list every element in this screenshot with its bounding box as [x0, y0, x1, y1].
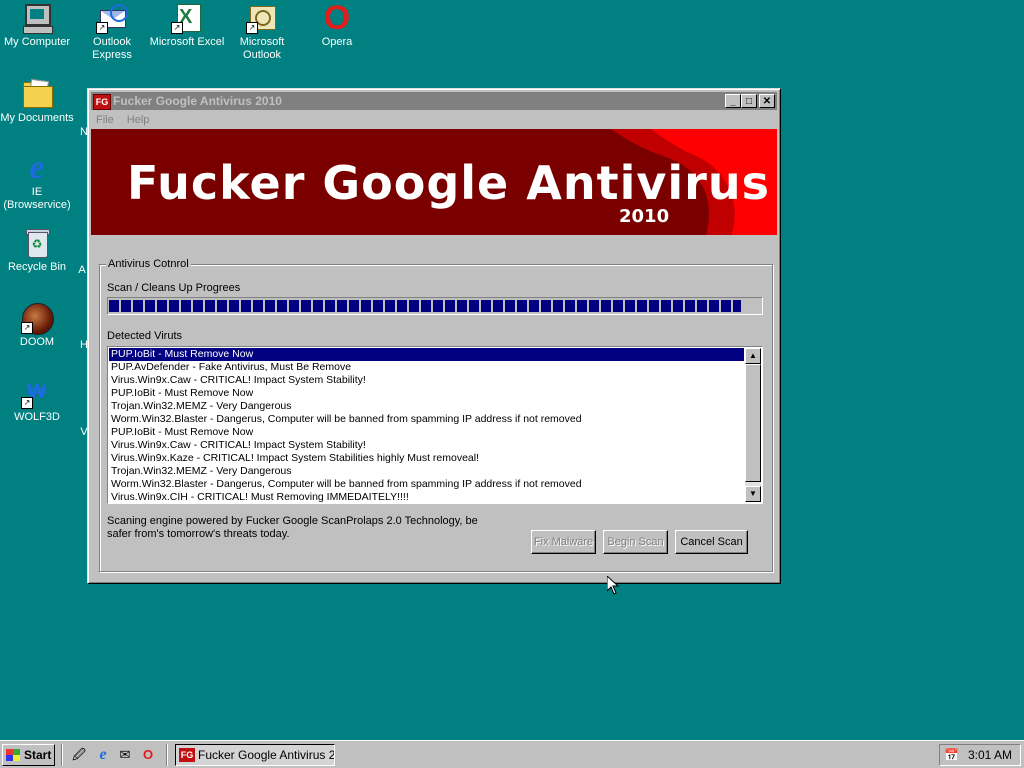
taskbar-separator — [166, 744, 168, 766]
detected-list-item[interactable]: PUP.IoBit - Must Remove Now — [109, 387, 744, 400]
desktop-icon-my-documents[interactable]: My Documents — [0, 78, 77, 125]
clock[interactable]: 3:01 AM — [968, 745, 1012, 765]
desktop-icon-label: Opera — [321, 36, 353, 48]
scroll-thumb[interactable] — [745, 364, 761, 482]
window-title: Fucker Google Antivirus 2010 — [113, 94, 282, 108]
taskbar-button-label: Fucker Google Antivirus 2... — [198, 748, 335, 762]
vertical-scrollbar[interactable]: ▲ ▼ — [745, 348, 761, 502]
desktop-icon-outlook-express[interactable]: ↗ Outlook Express — [72, 2, 152, 62]
taskbar-separator — [61, 744, 63, 766]
detected-list-item[interactable]: PUP.AvDefender - Fake Antivirus, Must Be… — [109, 361, 744, 374]
detected-list-item[interactable]: Virus.Win9x.CIH - CRITICAL! Must Removin… — [109, 491, 744, 502]
detected-list[interactable]: PUP.IoBit - Must Remove Now PUP.AvDefende… — [107, 346, 763, 504]
cancel-scan-button[interactable]: Cancel Scan — [675, 530, 748, 554]
menu-file[interactable]: File — [91, 111, 119, 129]
outlook-express-quicklaunch-icon[interactable]: ✉ — [117, 747, 133, 763]
taskbar-button-antivirus[interactable]: FG Fucker Google Antivirus 2... — [175, 744, 335, 766]
recycle-bin-icon: ♻ — [21, 227, 53, 259]
banner-title: Fucker Google Antivirus — [127, 156, 770, 210]
internet-explorer-icon: e — [29, 149, 45, 186]
scan-progress-bar — [107, 297, 763, 315]
desktop-icon-label: Microsoft Outlook — [239, 36, 285, 61]
excel-icon: X ↗ — [171, 2, 203, 34]
desktop-icon-ie[interactable]: e IE (Browservice) — [0, 149, 77, 212]
desktop-icon-label: Outlook Express — [92, 36, 132, 61]
menu-bar: File Help — [91, 111, 777, 129]
desktop-icon-excel[interactable]: X ↗ Microsoft Excel — [147, 2, 227, 49]
mouse-cursor-icon — [607, 576, 619, 595]
detected-list-item[interactable]: PUP.IoBit - Must Remove Now — [109, 348, 744, 361]
detected-list-item[interactable]: Virus.Win9x.Kaze - CRITICAL! Impact Syst… — [109, 452, 744, 465]
desktop-quicklaunch-icon[interactable]: 🖉 — [71, 747, 87, 763]
detected-label: Detected Viruts — [107, 330, 183, 342]
detected-list-item[interactable]: Virus.Win9x.Caw - CRITICAL! Impact Syste… — [109, 439, 744, 452]
ie-quicklaunch-icon[interactable]: e — [95, 747, 111, 763]
desktop-icon-label: My Computer — [3, 36, 71, 48]
desktop-icon-label: Microsoft Excel — [149, 36, 225, 48]
progress-fill — [109, 300, 742, 312]
app-icon[interactable]: FG — [93, 94, 111, 110]
detected-list-items: PUP.IoBit - Must Remove Now PUP.AvDefende… — [109, 348, 744, 502]
doom-icon: ↗ — [21, 302, 54, 335]
scheduler-tray-icon[interactable]: 📅 — [944, 748, 960, 762]
taskbar: Start 🖉 e ✉ O FG Fucker Google Antivirus… — [0, 740, 1024, 768]
detected-list-item[interactable]: Trojan.Win32.MEMZ - Very Dangerous — [109, 400, 744, 413]
detected-list-item[interactable]: Virus.Win9x.Caw - CRITICAL! Impact Syste… — [109, 374, 744, 387]
computer-icon — [21, 2, 53, 34]
detected-list-item[interactable]: Trojan.Win32.MEMZ - Very Dangerous — [109, 465, 744, 478]
start-label: Start — [24, 748, 52, 762]
folder-icon — [21, 78, 53, 110]
banner-year: 2010 — [619, 206, 670, 227]
opera-quicklaunch-icon[interactable]: O — [140, 747, 156, 763]
menu-help[interactable]: Help — [122, 111, 155, 129]
detected-list-item[interactable]: PUP.IoBit - Must Remove Now — [109, 426, 744, 439]
wolf3d-icon: ₩ ↗ — [21, 377, 53, 409]
antivirus-window: FG Fucker Google Antivirus 2010 _ □ ✕ Fi… — [87, 88, 781, 584]
windows-flag-icon — [6, 749, 20, 761]
opera-icon: O — [323, 0, 351, 37]
desktop-icon-label: WOLF3D — [14, 411, 60, 423]
start-button[interactable]: Start — [2, 744, 55, 766]
desktop-icon-wolf3d[interactable]: ₩ ↗ WOLF3D — [0, 377, 77, 424]
desktop-icon-label: IE (Browservice) — [3, 186, 71, 211]
desktop-icon-label: My Documents — [0, 112, 74, 124]
close-button[interactable]: ✕ — [759, 94, 775, 108]
fix-malware-button[interactable]: Fix Malware — [531, 530, 596, 554]
outlook-icon: ↗ — [246, 2, 278, 34]
system-tray: 📅 3:01 AM — [939, 744, 1021, 766]
title-bar[interactable]: FG Fucker Google Antivirus 2010 _ □ ✕ — [91, 92, 777, 110]
scan-progress-label: Scan / Cleans Up Progrees — [107, 282, 241, 294]
engine-note: Scaning engine powered by Fucker Google … — [107, 515, 478, 540]
desktop-icon-my-computer[interactable]: My Computer — [0, 2, 77, 49]
desktop-icon-opera[interactable]: O Opera — [297, 0, 377, 49]
detected-list-item[interactable]: Worm.Win32.Blaster - Dangerus, Computer … — [109, 478, 744, 491]
app-icon: FG — [179, 748, 195, 762]
maximize-button[interactable]: □ — [741, 94, 757, 108]
scroll-up-button[interactable]: ▲ — [745, 348, 761, 364]
banner: Fucker Google Antivirus 2010 — [91, 129, 777, 235]
outlook-express-icon: ↗ — [96, 2, 128, 34]
begin-scan-button[interactable]: Begin Scan — [603, 530, 668, 554]
desktop-icon-outlook[interactable]: ↗ Microsoft Outlook — [222, 2, 302, 62]
minimize-button[interactable]: _ — [725, 94, 741, 108]
scroll-down-button[interactable]: ▼ — [745, 486, 761, 502]
group-label: Antivirus Cotnrol — [106, 257, 191, 271]
detected-list-item[interactable]: Worm.Win32.Blaster - Dangerus, Computer … — [109, 413, 744, 426]
